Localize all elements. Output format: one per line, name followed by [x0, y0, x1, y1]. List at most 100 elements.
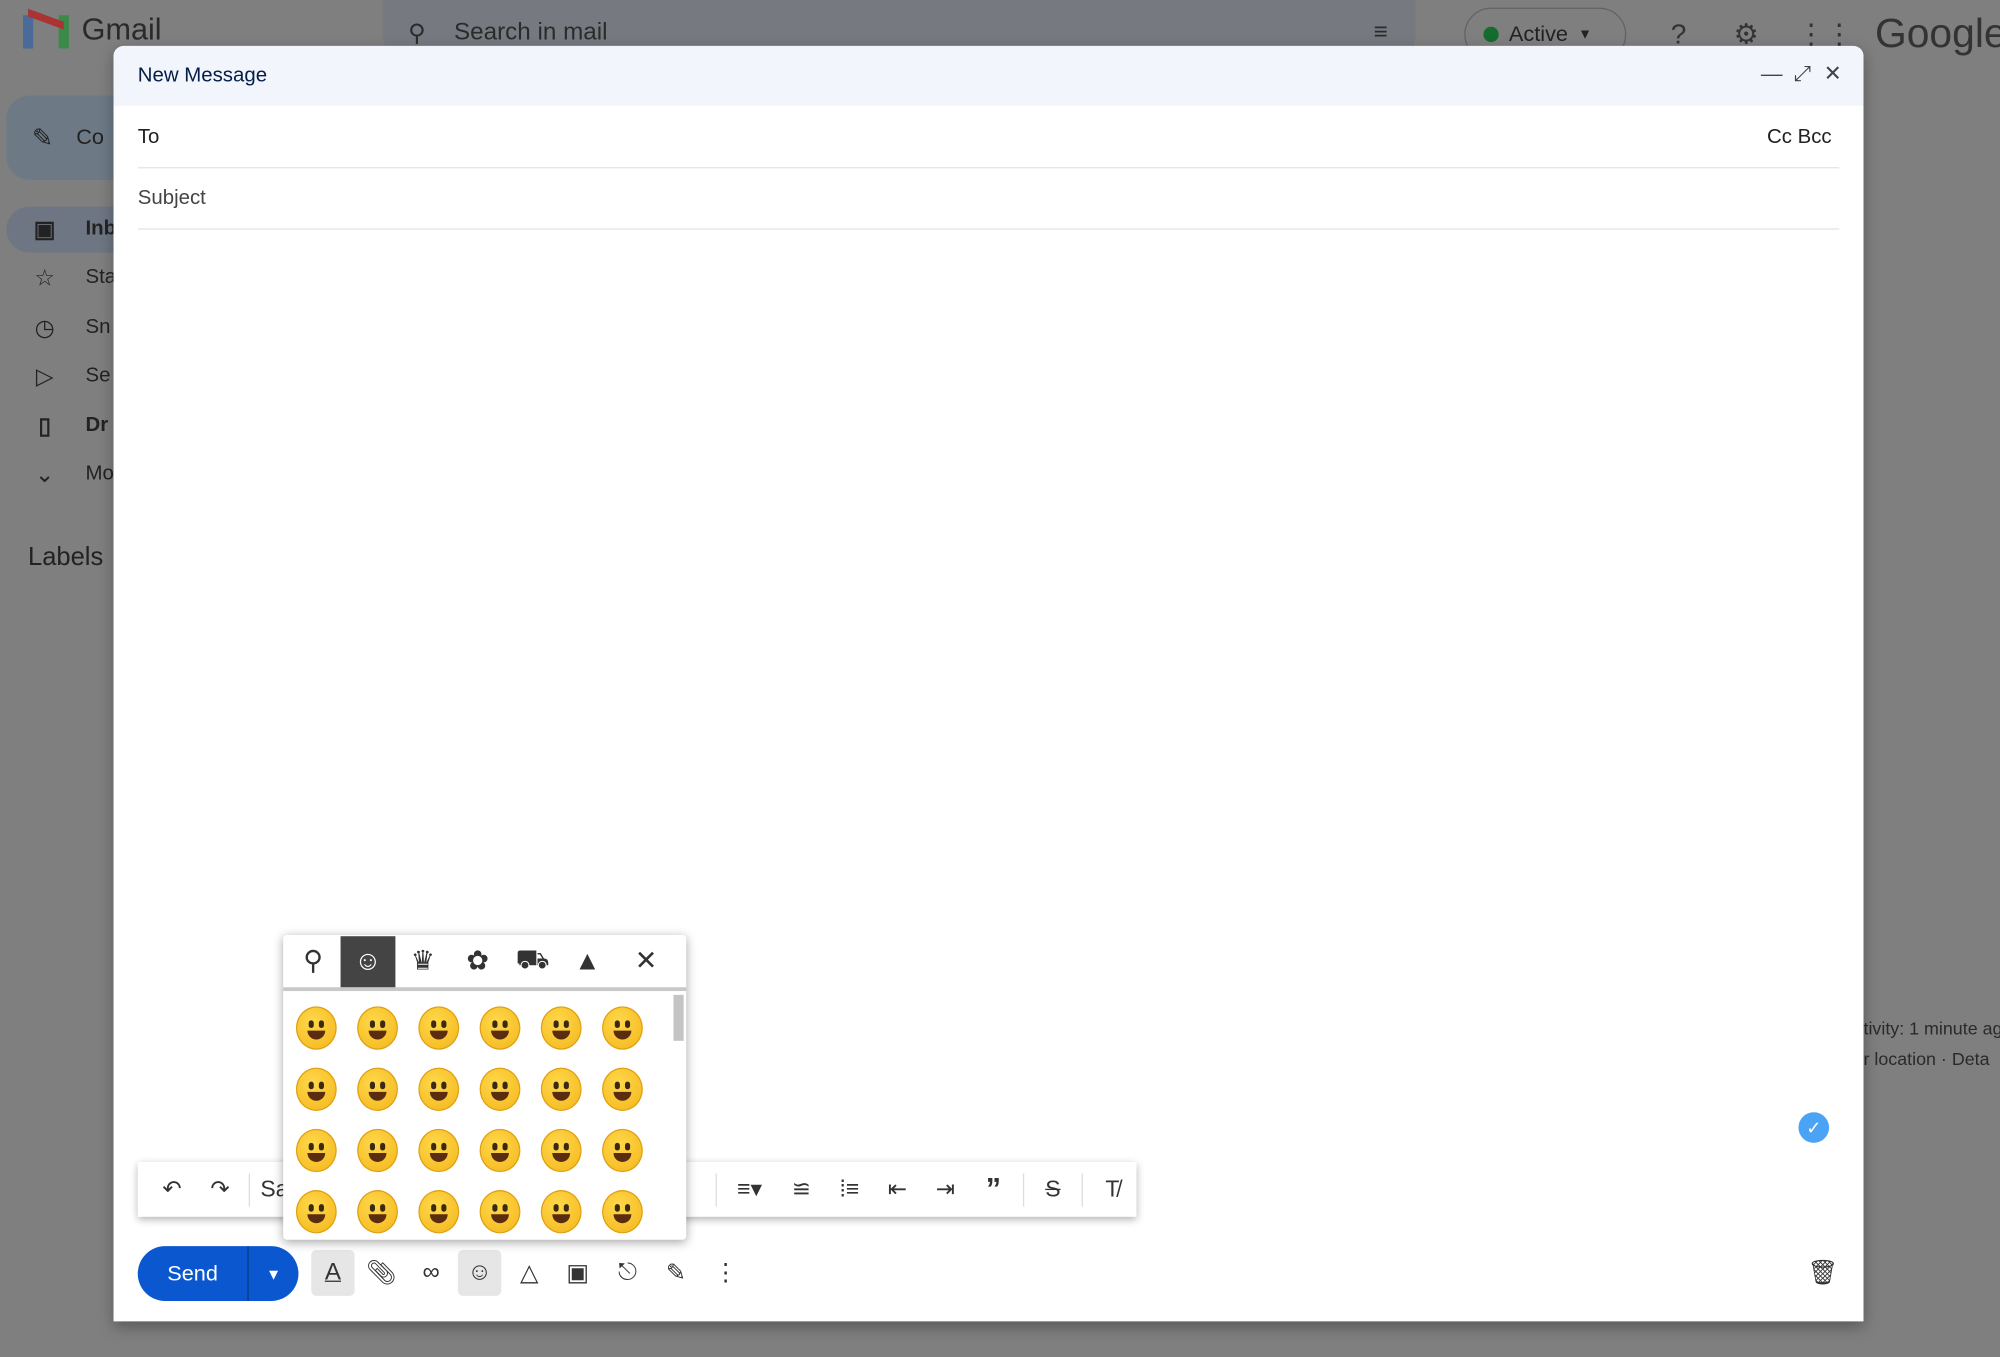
- subject-input[interactable]: Subject: [137, 168, 1840, 230]
- tears-of-joy-icon: [418, 1006, 460, 1050]
- flower-icon[interactable]: ✿: [450, 936, 505, 987]
- close-icon[interactable]: ✕: [1820, 61, 1846, 89]
- send-icon: ▷: [35, 362, 54, 389]
- signature-pen-icon[interactable]: ✎: [654, 1250, 697, 1296]
- sunglasses-face-icon: [540, 1067, 582, 1111]
- exit-fullscreen-icon[interactable]: ⤢: [1790, 61, 1816, 89]
- emoji-kissing-smiling-eyes-icon[interactable]: [408, 1125, 469, 1176]
- kissing-closed-eyes-icon: [479, 1128, 521, 1173]
- emoji-smiling-face-icon[interactable]: [531, 1125, 592, 1176]
- to-label: To: [137, 125, 160, 148]
- sidebar-item-label: Sta: [85, 266, 117, 289]
- emoji-winking-face-icon[interactable]: [347, 1064, 408, 1115]
- hugging-face-icon: [295, 1190, 337, 1234]
- crown-icon[interactable]: ♛: [395, 936, 450, 987]
- emoji-grinning-big-eyes-icon[interactable]: [469, 1003, 530, 1054]
- formatting-options-icon[interactable]: A: [311, 1249, 355, 1296]
- filter-sliders-icon[interactable]: ≡: [1374, 19, 1388, 47]
- sidebar-item-label: Inb: [85, 218, 117, 240]
- emoji-grinning-smiling-eyes-icon[interactable]: [531, 1003, 592, 1054]
- gmail-logo[interactable]: Gmail: [22, 8, 162, 49]
- strikethrough-icon[interactable]: S: [1029, 1166, 1077, 1212]
- numbered-list-icon[interactable]: ≌: [777, 1166, 825, 1212]
- triangle-icon[interactable]: ▲: [560, 936, 615, 987]
- status-label: Active: [1508, 21, 1568, 46]
- emoji-grinning-sweat-icon[interactable]: [592, 1003, 653, 1054]
- emoji-kissing-face-icon[interactable]: [347, 1125, 408, 1176]
- bulleted-list-icon[interactable]: ⁞≡: [825, 1166, 873, 1212]
- minimize-icon[interactable]: —: [1759, 61, 1785, 89]
- search-icon[interactable]: ⚲: [286, 936, 341, 987]
- location-details-text[interactable]: r location · Deta: [1864, 1048, 1990, 1068]
- redo-icon[interactable]: ↷: [196, 1166, 244, 1212]
- emoji-sunglasses-face-icon[interactable]: [531, 1064, 592, 1115]
- grinning-smiling-eyes-icon: [540, 1006, 582, 1050]
- emoji-heart-eyes-icon[interactable]: [592, 1064, 653, 1115]
- emoji-halo-face-icon[interactable]: [347, 1186, 408, 1237]
- emoji-expressionless-face-icon[interactable]: [531, 1186, 592, 1237]
- emoji-savoring-food-icon[interactable]: [469, 1064, 530, 1115]
- search-input[interactable]: Search in mail: [454, 19, 608, 47]
- subject-placeholder: Subject: [137, 186, 206, 209]
- caret-down-icon: ▼: [1578, 26, 1593, 43]
- emoji-icon[interactable]: ☺: [457, 1249, 502, 1296]
- heart-eyes-icon: [602, 1067, 643, 1111]
- emoji-neutral-face-icon[interactable]: [469, 1186, 530, 1237]
- indent-less-icon[interactable]: ⇤: [873, 1166, 921, 1212]
- status-dot: [1483, 26, 1499, 43]
- draft-icon: ▯: [38, 412, 51, 439]
- no-mouth-face-icon: [602, 1190, 643, 1234]
- neutral-face-icon: [479, 1190, 521, 1234]
- to-field[interactable]: To Cc Bcc: [137, 107, 1840, 169]
- sidebar-item-label: Se: [85, 364, 111, 387]
- emoji-kissing-heart-icon[interactable]: [286, 1125, 347, 1176]
- divider: [249, 1172, 251, 1206]
- emoji-squinting-face-icon[interactable]: [286, 1064, 347, 1115]
- close-icon[interactable]: ✕: [619, 936, 674, 987]
- emoji-thinking-face-icon[interactable]: [408, 1186, 469, 1237]
- trash-icon[interactable]: 🗑︎: [1801, 1250, 1844, 1296]
- grinning-big-eyes-icon: [479, 1006, 521, 1050]
- emoji-beaming-face-icon[interactable]: [347, 1003, 408, 1054]
- compose-header[interactable]: New Message: [113, 45, 1864, 106]
- emoji-tears-of-joy-icon[interactable]: [408, 1003, 469, 1054]
- emoji-grinning-face-icon[interactable]: [286, 1003, 347, 1054]
- cc-bcc-link[interactable]: Cc Bcc: [1767, 126, 1832, 149]
- pencil-icon: ✎: [31, 124, 54, 153]
- remove-formatting-icon[interactable]: T̸: [1088, 1166, 1136, 1212]
- app-name: Gmail: [81, 12, 162, 48]
- link-icon[interactable]: ∞: [409, 1250, 452, 1296]
- emoji-no-mouth-face-icon[interactable]: [592, 1186, 653, 1237]
- expressionless-face-icon: [540, 1190, 582, 1234]
- more-options-icon[interactable]: ⋮: [704, 1250, 747, 1296]
- emoji-smiling-eyes-icon[interactable]: [408, 1064, 469, 1115]
- squinting-face-icon: [295, 1067, 337, 1111]
- divider: [1082, 1172, 1084, 1206]
- kissing-smiling-eyes-icon: [418, 1128, 460, 1173]
- smiley-icon[interactable]: ☺: [340, 935, 396, 987]
- align-icon[interactable]: ≡▾: [722, 1166, 778, 1212]
- search-icon[interactable]: ⚲: [408, 18, 426, 47]
- emoji-slightly-smiling-icon[interactable]: [592, 1125, 653, 1176]
- photo-icon[interactable]: ▣: [556, 1250, 599, 1296]
- sidebar-item-label: Mo: [85, 463, 114, 485]
- quote-icon[interactable]: ”: [969, 1166, 1017, 1212]
- emoji-grid: [283, 995, 671, 1237]
- confidential-lock-icon[interactable]: ⎋: [606, 1250, 649, 1296]
- google-account-logo[interactable]: Google: [1875, 10, 2000, 57]
- check-circle-icon: ✓: [1798, 1112, 1830, 1143]
- drive-icon[interactable]: △: [508, 1250, 551, 1296]
- undo-icon[interactable]: ↶: [148, 1166, 196, 1212]
- emoji-hugging-face-icon[interactable]: [286, 1186, 347, 1237]
- labels-heading: Labels: [28, 543, 104, 572]
- indent-more-icon[interactable]: ⇥: [921, 1166, 969, 1212]
- smiling-eyes-icon: [418, 1067, 460, 1111]
- grinning-face-icon: [295, 1006, 337, 1050]
- send-options-dropdown[interactable]: ▼: [249, 1246, 299, 1301]
- attach-icon[interactable]: 📎︎: [360, 1250, 403, 1296]
- thinking-face-icon: [418, 1190, 460, 1234]
- send-button[interactable]: Send: [138, 1246, 249, 1302]
- scrollbar[interactable]: [673, 994, 684, 1041]
- car-icon[interactable]: ⛟: [505, 936, 560, 987]
- emoji-kissing-closed-eyes-icon[interactable]: [469, 1125, 530, 1176]
